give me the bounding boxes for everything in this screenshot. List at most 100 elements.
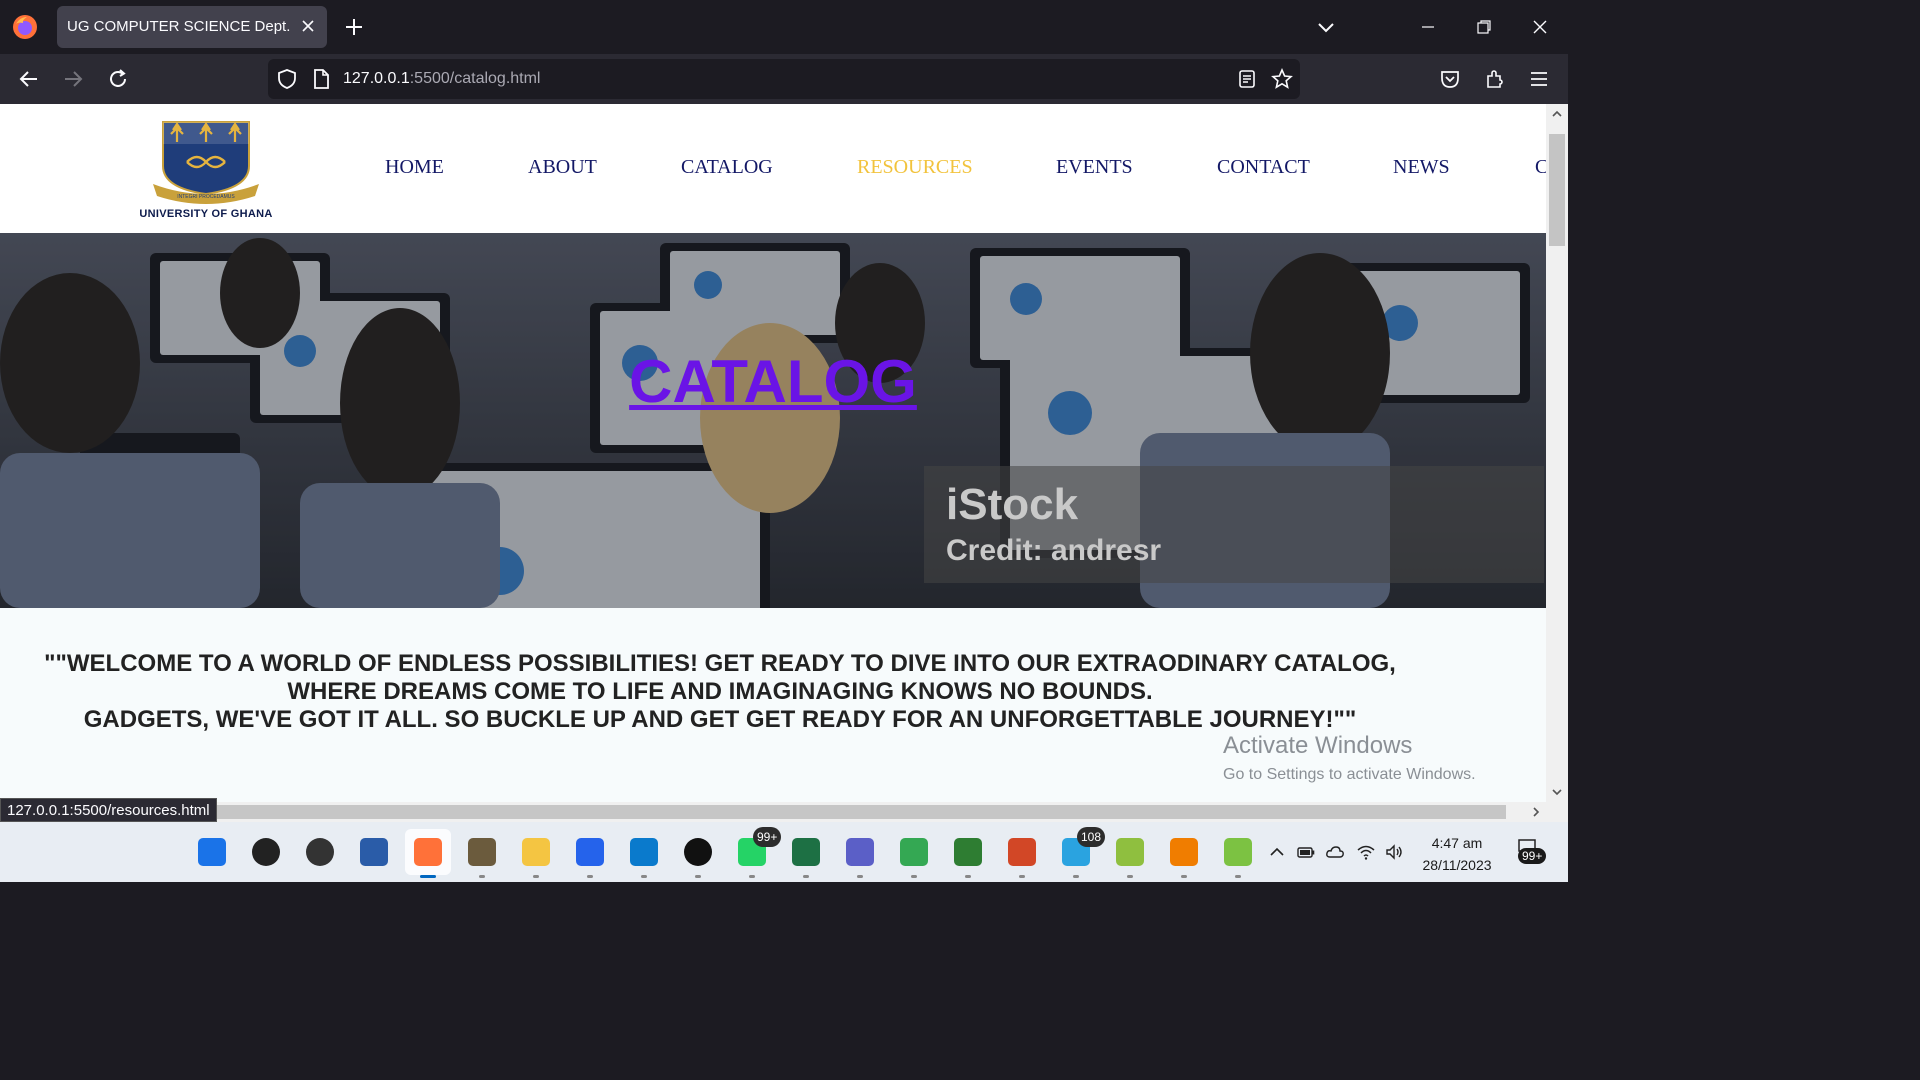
new-tab-icon[interactable] bbox=[344, 17, 364, 37]
running-indicator bbox=[587, 875, 593, 878]
nav-events[interactable]: EVENTS bbox=[1056, 156, 1133, 179]
extensions-icon[interactable] bbox=[1484, 68, 1506, 90]
reload-icon[interactable] bbox=[107, 68, 129, 90]
search-icon bbox=[252, 838, 280, 866]
taskbar-app-chrome[interactable] bbox=[891, 829, 937, 878]
scroll-right-icon[interactable] bbox=[1530, 806, 1542, 818]
volume-icon[interactable] bbox=[1384, 842, 1404, 862]
taskbar-app-notepad-plus[interactable] bbox=[1107, 829, 1153, 878]
wifi-icon[interactable] bbox=[1356, 842, 1376, 862]
restore-window-icon[interactable] bbox=[1473, 16, 1495, 38]
taskbar-app-vs-code[interactable] bbox=[621, 829, 667, 878]
taskbar-app-search[interactable] bbox=[243, 829, 289, 875]
url-text: 127.0.0.1:5500/catalog.html bbox=[343, 70, 540, 88]
firefox-menu-icon[interactable] bbox=[12, 14, 38, 40]
activate-windows-title: Activate Windows bbox=[1223, 732, 1413, 759]
tracking-protection-shield-icon[interactable] bbox=[276, 68, 298, 90]
hero-title[interactable]: CATALOG bbox=[0, 347, 1546, 416]
app-badge: 99+ bbox=[753, 827, 782, 847]
running-indicator bbox=[1127, 875, 1133, 878]
horizontal-scrollbar-thumb[interactable] bbox=[200, 805, 1506, 819]
running-indicator bbox=[749, 875, 755, 878]
onedrive-cloud-icon[interactable] bbox=[1325, 842, 1345, 862]
microsoft-store-icon bbox=[576, 838, 604, 866]
running-indicator bbox=[857, 875, 863, 878]
running-indicator bbox=[1181, 875, 1187, 878]
tiktok-icon bbox=[684, 838, 712, 866]
running-indicator bbox=[965, 875, 971, 878]
taskbar-app-file-explorer[interactable] bbox=[513, 829, 559, 878]
page-info-icon[interactable] bbox=[310, 68, 332, 90]
running-indicator bbox=[803, 875, 809, 878]
scroll-up-icon[interactable] bbox=[1551, 108, 1563, 120]
horizontal-scrollbar[interactable] bbox=[0, 802, 1568, 822]
taskbar-app-microsoft-store[interactable] bbox=[567, 829, 613, 878]
welcome-line-3: GADGETS, WE'VE GOT IT ALL. SO BUCKLE UP … bbox=[83, 706, 1357, 733]
app-menu-icon[interactable] bbox=[1528, 68, 1550, 90]
running-indicator bbox=[641, 875, 647, 878]
vertical-scrollbar-thumb[interactable] bbox=[1549, 134, 1565, 246]
browser-tab-active[interactable]: UG COMPUTER SCIENCE Dept. bbox=[57, 6, 327, 48]
file-explorer-icon bbox=[522, 838, 550, 866]
taskbar-app-tiktok[interactable] bbox=[675, 829, 721, 878]
activate-windows-watermark: Activate Windows Go to Settings to activ… bbox=[1223, 732, 1476, 784]
teams-icon bbox=[846, 838, 874, 866]
nav-home[interactable]: HOME bbox=[385, 156, 444, 179]
taskbar-app-excel[interactable] bbox=[783, 829, 829, 878]
powerpoint-icon bbox=[1008, 838, 1036, 866]
url-bar[interactable]: 127.0.0.1:5500/catalog.html bbox=[268, 59, 1300, 99]
university-logo[interactable]: INTEGRI PROCEDAMUS UNIVERSITY OF GHANA bbox=[125, 118, 287, 222]
taskbar-app-teams[interactable] bbox=[837, 829, 883, 878]
hero-banner: iStock Credit: andresr CATALOG bbox=[0, 233, 1546, 608]
bookmark-star-icon[interactable] bbox=[1271, 68, 1293, 90]
taskbar-app-firefox[interactable] bbox=[405, 829, 451, 878]
browser-navbar: 127.0.0.1:5500/catalog.html bbox=[0, 54, 1568, 104]
taskbar-app-globe-app[interactable] bbox=[945, 829, 991, 878]
globe-app-icon bbox=[954, 838, 982, 866]
clock-time: 4:47 am bbox=[1431, 835, 1483, 851]
taskbar-app-android-app[interactable] bbox=[1215, 829, 1261, 878]
notification-center[interactable]: 99+ bbox=[1516, 839, 1554, 868]
running-indicator bbox=[911, 875, 917, 878]
taskbar-app-powerpoint[interactable] bbox=[999, 829, 1045, 878]
forward-icon[interactable] bbox=[62, 68, 84, 90]
taskbar-app-vlc[interactable] bbox=[1161, 829, 1207, 878]
taskbar-app-widgets[interactable] bbox=[351, 829, 397, 875]
taskbar-app-windows-start[interactable] bbox=[189, 829, 235, 875]
list-all-tabs-icon[interactable] bbox=[1315, 17, 1337, 39]
notification-count-badge: 99+ bbox=[1518, 848, 1547, 864]
show-hidden-icons-chevron-icon[interactable] bbox=[1267, 842, 1287, 862]
university-crest-icon: INTEGRI PROCEDAMUS bbox=[125, 118, 287, 208]
welcome-line-2: WHERE DREAMS COME TO LIFE AND IMAGINAGIN… bbox=[287, 678, 1153, 705]
istock-logo-text: iStock bbox=[946, 480, 1079, 529]
taskbar-app-whatsapp[interactable]: 99+ bbox=[729, 827, 782, 878]
running-indicator bbox=[1073, 875, 1079, 878]
vertical-scrollbar[interactable] bbox=[1546, 104, 1568, 802]
minimize-window-icon[interactable] bbox=[1417, 16, 1439, 38]
nav-resources[interactable]: RESOURCES bbox=[857, 156, 973, 179]
nav-catalog[interactable]: CATALOG bbox=[681, 156, 773, 179]
page-viewport: INTEGRI PROCEDAMUS UNIVERSITY OF GHANA H… bbox=[0, 104, 1568, 822]
taskbar-clock[interactable]: 4:47 am 28/11/2023 bbox=[1412, 832, 1502, 876]
battery-icon[interactable] bbox=[1296, 842, 1316, 862]
istock-watermark: iStock Credit: andresr bbox=[924, 466, 1544, 583]
close-window-icon[interactable] bbox=[1529, 16, 1551, 38]
excel-icon bbox=[792, 838, 820, 866]
nav-news[interactable]: NEWS bbox=[1393, 156, 1450, 179]
taskbar-app-telegram[interactable]: 108 bbox=[1053, 827, 1106, 878]
running-indicator bbox=[1019, 875, 1025, 878]
svg-text:INTEGRI PROCEDAMUS: INTEGRI PROCEDAMUS bbox=[177, 194, 235, 200]
close-tab-icon[interactable] bbox=[299, 17, 317, 35]
nav-about[interactable]: ABOUT bbox=[528, 156, 597, 179]
scroll-down-icon[interactable] bbox=[1551, 786, 1563, 798]
pocket-icon[interactable] bbox=[1439, 68, 1461, 90]
browser-tabstrip: UG COMPUTER SCIENCE Dept. bbox=[0, 0, 1568, 54]
url-path: :5500/catalog.html bbox=[409, 70, 541, 87]
nav-contact[interactable]: CONTACT bbox=[1217, 156, 1310, 179]
taskbar-app-task-view[interactable] bbox=[297, 829, 343, 875]
back-icon[interactable] bbox=[18, 68, 40, 90]
windows-start-icon bbox=[198, 838, 226, 866]
welcome-line-1: ""WELCOME TO A WORLD OF ENDLESS POSSIBIL… bbox=[44, 650, 1396, 677]
reader-view-icon[interactable] bbox=[1236, 68, 1258, 90]
taskbar-app-photos[interactable] bbox=[459, 829, 505, 878]
